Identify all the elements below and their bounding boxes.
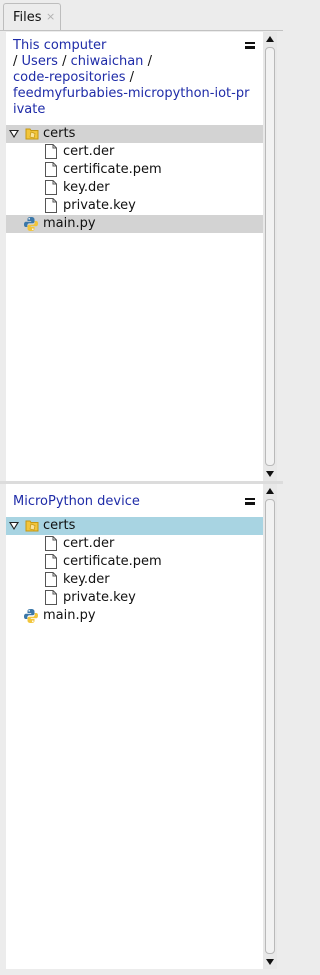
scroll-down-arrow-icon[interactable]: [263, 467, 277, 481]
tree-file-row[interactable]: cert.der: [6, 535, 263, 553]
breadcrumb: This computer / Users / chiwaichan / cod…: [13, 38, 253, 118]
folder-icon: [25, 128, 39, 140]
device-files-scrollbar[interactable]: [263, 484, 277, 969]
tree-file-main-py[interactable]: main.py: [6, 607, 263, 625]
scrollbar-thumb[interactable]: [265, 499, 275, 954]
tree-file-label: certificate.pem: [63, 554, 162, 569]
device-files-pane: MicroPython device certs cert.der certif…: [6, 484, 263, 969]
device-files-header: MicroPython device: [6, 484, 263, 514]
hamburger-menu-icon[interactable]: [245, 498, 255, 505]
tab-bar: Files ×: [0, 0, 283, 31]
tree-file-label: certificate.pem: [63, 162, 162, 177]
tree-file-label: main.py: [43, 608, 96, 623]
close-icon[interactable]: ×: [46, 10, 55, 23]
breadcrumb-project-folder[interactable]: feedmyfurbabies-micropython-iot-private: [13, 86, 249, 117]
scroll-up-arrow-icon[interactable]: [263, 32, 277, 46]
document-icon: [45, 590, 57, 605]
tree-file-row[interactable]: private.key: [6, 197, 263, 215]
document-icon: [45, 536, 57, 551]
tree-file-row[interactable]: private.key: [6, 589, 263, 607]
document-icon: [45, 162, 57, 177]
tab-files-label: Files: [13, 10, 42, 25]
tab-files[interactable]: Files ×: [3, 3, 61, 31]
tree-file-label: private.key: [63, 590, 136, 605]
document-icon: [45, 554, 57, 569]
document-icon: [45, 180, 57, 195]
python-file-icon: [24, 609, 38, 623]
tree-file-label: main.py: [43, 216, 96, 231]
breadcrumb-separator: /: [13, 54, 18, 69]
scroll-down-arrow-icon[interactable]: [263, 955, 277, 969]
tree-folder-certs[interactable]: certs: [6, 125, 263, 143]
breadcrumb-users[interactable]: Users: [22, 54, 58, 69]
triangle-down-icon[interactable]: [9, 130, 19, 138]
hamburger-menu-icon[interactable]: [245, 42, 255, 49]
device-title: MicroPython device: [13, 494, 140, 509]
tree-folder-label: certs: [43, 518, 76, 533]
local-files-header: This computer / Users / chiwaichan / cod…: [6, 32, 263, 117]
tree-file-label: key.der: [63, 180, 110, 195]
tree-file-label: key.der: [63, 572, 110, 587]
tree-file-row[interactable]: key.der: [6, 571, 263, 589]
tree-file-row[interactable]: cert.der: [6, 143, 263, 161]
folder-icon: [25, 520, 39, 532]
tree-file-label: cert.der: [63, 144, 115, 159]
tree-file-main-py[interactable]: main.py: [6, 215, 263, 233]
tree-folder-certs[interactable]: certs: [6, 517, 263, 535]
breadcrumb-separator: /: [147, 54, 152, 69]
local-files-scrollbar[interactable]: [263, 32, 277, 481]
breadcrumb-code-repositories[interactable]: code-repositories: [13, 70, 125, 85]
breadcrumb-separator: /: [129, 70, 134, 85]
breadcrumb-chiwaichan[interactable]: chiwaichan: [71, 54, 144, 69]
tree-file-label: cert.der: [63, 536, 115, 551]
document-icon: [45, 572, 57, 587]
breadcrumb-separator: /: [62, 54, 67, 69]
scroll-up-arrow-icon[interactable]: [263, 484, 277, 498]
tree-file-row[interactable]: certificate.pem: [6, 161, 263, 179]
tree-folder-label: certs: [43, 126, 76, 141]
python-file-icon: [24, 217, 38, 231]
tree-file-label: private.key: [63, 198, 136, 213]
breadcrumb-this-computer[interactable]: This computer: [13, 38, 106, 53]
tab-divider: [0, 30, 283, 31]
document-icon: [45, 198, 57, 213]
tree-file-row[interactable]: certificate.pem: [6, 553, 263, 571]
local-files-pane: This computer / Users / chiwaichan / cod…: [6, 32, 263, 481]
triangle-down-icon[interactable]: [9, 522, 19, 530]
document-icon: [45, 144, 57, 159]
tree-file-row[interactable]: key.der: [6, 179, 263, 197]
scrollbar-thumb[interactable]: [265, 47, 275, 466]
